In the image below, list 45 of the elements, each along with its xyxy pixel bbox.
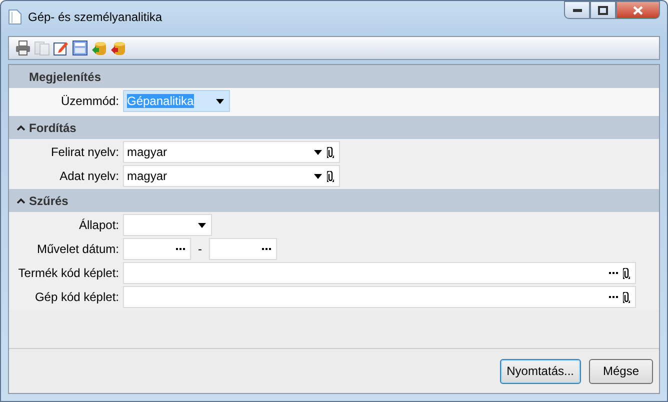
calculator-icon[interactable] (72, 40, 88, 56)
minimize-icon (572, 8, 582, 12)
dropdown-arrow-icon[interactable] (314, 150, 322, 154)
collapse-caret-icon[interactable] (17, 198, 25, 204)
dropdown-arrow-icon[interactable] (314, 174, 322, 178)
field-label: Gép kód képlet: (34, 290, 120, 304)
dialog-button[interactable]: Nyomtatás... (500, 358, 581, 384)
maximize-button[interactable] (590, 1, 616, 19)
field-label: Állapot: (78, 218, 120, 232)
close-icon (633, 6, 643, 14)
window-title: Gép- és személyanalitika (28, 10, 164, 24)
dropdown-arrow-icon[interactable] (216, 98, 224, 104)
formula-field[interactable] (123, 286, 636, 308)
database-import-icon[interactable] (91, 40, 107, 56)
range-separator: - (198, 242, 202, 256)
dialog-button[interactable]: Mégse (589, 358, 653, 384)
field-label: Termék kód képlet: (17, 266, 120, 280)
collapse-caret-icon[interactable] (17, 124, 25, 130)
close-button[interactable] (616, 1, 660, 19)
dropdown-arrow-icon[interactable] (198, 222, 206, 228)
lookup-field[interactable]: magyar (123, 141, 340, 163)
field-label: Felirat nyelv: (50, 145, 120, 159)
document-icon (8, 9, 22, 25)
lookup-field[interactable]: magyar (123, 165, 340, 187)
section-header[interactable]: Fordítás (9, 116, 659, 139)
ellipsis-icon[interactable] (609, 272, 618, 274)
paperclip-icon[interactable] (623, 268, 630, 278)
paperclip-icon[interactable] (327, 146, 334, 158)
paperclip-icon[interactable] (327, 170, 334, 182)
field-label: Üzemmód: (60, 94, 120, 108)
ellipsis-icon[interactable] (262, 248, 271, 250)
section-header[interactable]: Megjelenítés (9, 65, 659, 88)
edit-note-icon[interactable] (53, 40, 69, 56)
printer-icon[interactable] (15, 40, 31, 56)
paperclip-icon[interactable] (623, 292, 630, 302)
minimize-button[interactable] (564, 1, 590, 19)
section-header[interactable]: Szűrés (9, 189, 659, 212)
maximize-icon (598, 6, 608, 14)
ellipsis-icon[interactable] (176, 248, 185, 250)
field-label: Adat nyelv: (58, 169, 120, 183)
database-export-icon[interactable] (110, 40, 126, 56)
ellipsis-icon[interactable] (609, 296, 618, 298)
formula-field[interactable] (123, 262, 636, 284)
field-label: Művelet dátum: (36, 242, 120, 256)
dropdown-field[interactable] (123, 214, 212, 236)
